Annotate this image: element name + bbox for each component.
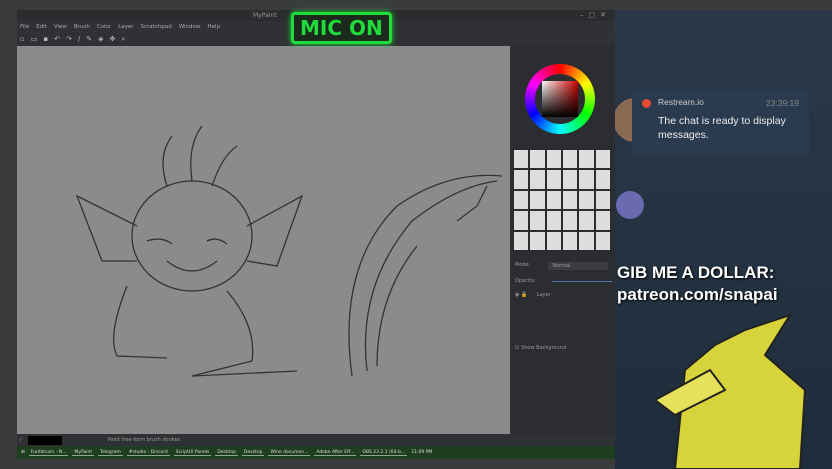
brush-preset[interactable] — [514, 190, 529, 210]
brush-preset[interactable] — [579, 211, 594, 230]
task-desktop-2[interactable]: Desktop — [241, 450, 265, 456]
brush-preset[interactable] — [595, 211, 610, 230]
right-dock: Mode: Normal Opacity: ◉ 🔓 Layer ☑ Show Ba… — [512, 46, 615, 434]
mic-on-indicator: MIC ON — [291, 12, 392, 44]
brush-preset[interactable] — [562, 231, 578, 250]
window-title: MyPaint — [253, 12, 277, 19]
save-icon[interactable]: ▪ — [43, 35, 48, 43]
menu-help[interactable]: Help — [207, 24, 220, 30]
chat-text: The chat is ready to display messages. — [658, 115, 786, 141]
menu-color[interactable]: Color — [97, 24, 111, 30]
brush-preset[interactable] — [546, 211, 561, 230]
donation-line1: GIB ME A DOLLAR: — [617, 263, 775, 282]
patreon-link: patreon.com/snapai — [617, 285, 778, 304]
open-icon[interactable]: ▭ — [31, 35, 38, 43]
task-discord[interactable]: #studio - Discord — [126, 450, 170, 456]
mode-label: Mode: — [515, 262, 531, 268]
brush-preset[interactable] — [562, 150, 578, 169]
brush-preset[interactable] — [579, 190, 594, 210]
task-obs[interactable]: OBS 23.2.1 (64-b... — [360, 450, 408, 456]
opacity-label: Opacity: — [515, 278, 536, 284]
brush-tool-icon: / — [20, 437, 22, 443]
brush-preset[interactable] — [546, 231, 561, 250]
current-color-swatch[interactable] — [27, 435, 62, 445]
brush-preset[interactable] — [546, 150, 561, 169]
task-mypaint[interactable]: MyPaint — [72, 450, 95, 456]
dragon-sketch — [75, 125, 503, 377]
pencil-icon[interactable]: ✎ — [86, 35, 92, 43]
brush-preset[interactable] — [514, 170, 529, 189]
menu-file[interactable]: File — [20, 24, 29, 30]
brush-preset[interactable] — [546, 190, 561, 210]
brush-preset[interactable] — [595, 190, 610, 210]
color-wheel[interactable] — [525, 64, 595, 134]
task-after-effects[interactable]: Adobe After Eff... — [314, 450, 357, 456]
brush-preset[interactable] — [530, 211, 545, 230]
drawing-canvas[interactable] — [17, 46, 510, 434]
brush-palette — [514, 150, 610, 250]
chat-message: Restream.io 23:39:19 The chat is ready t… — [632, 91, 809, 155]
brush-preset[interactable] — [530, 190, 545, 210]
brush-preset[interactable] — [579, 231, 594, 250]
brush-preset[interactable] — [530, 231, 545, 250]
brush-preset[interactable] — [562, 190, 578, 210]
donation-text: GIB ME A DOLLAR: patreon.com/snapai — [617, 262, 778, 306]
brush-preset[interactable] — [595, 170, 610, 189]
taskbar: ⊞ Funfatcoin - N... MyPaint Telegram #st… — [17, 446, 615, 459]
clock[interactable]: 11:09 PM — [411, 450, 432, 455]
opacity-slider[interactable] — [551, 280, 612, 282]
brush-preset[interactable] — [595, 231, 610, 250]
brush-preset[interactable] — [514, 150, 529, 169]
start-icon[interactable]: ⊞ — [21, 450, 25, 455]
zoom-icon[interactable]: ⌕ — [121, 35, 125, 44]
brush-icon[interactable]: / — [78, 35, 80, 43]
move-icon[interactable]: ✥ — [110, 35, 116, 43]
brush-preset[interactable] — [579, 150, 594, 169]
new-icon[interactable]: ▫ — [20, 35, 25, 43]
menu-view[interactable]: View — [54, 24, 67, 30]
brush-preset[interactable] — [562, 170, 578, 189]
task-wine[interactable]: Wine documen... — [268, 450, 311, 456]
brush-preset[interactable] — [514, 211, 529, 230]
menu-window[interactable]: Window — [179, 24, 201, 30]
brush-preset[interactable] — [514, 231, 529, 250]
brush-preset[interactable] — [562, 211, 578, 230]
task-telegram[interactable]: Telegram — [98, 450, 123, 456]
layer-name[interactable]: Layer — [537, 292, 551, 298]
brush-preset[interactable] — [530, 150, 545, 169]
color-square[interactable] — [542, 81, 578, 117]
redo-icon[interactable]: ↷ — [66, 35, 72, 43]
show-background-label: Show Background — [521, 345, 566, 351]
status-bar: / Paint free-form brush strokes — [17, 434, 615, 446]
task-firefox[interactable]: Funfatcoin - N... — [28, 450, 69, 456]
menu-layer[interactable]: Layer — [118, 24, 133, 30]
dragon-mascot-image — [615, 98, 807, 469]
fill-icon[interactable]: ◈ — [98, 35, 103, 43]
brush-preset[interactable] — [546, 170, 561, 189]
menu-brush[interactable]: Brush — [74, 24, 90, 30]
menu-edit[interactable]: Edit — [36, 24, 47, 30]
task-scriptui[interactable]: ScriptUI Panels — [173, 450, 212, 456]
chat-time: 23:39:19 — [765, 98, 799, 108]
restream-logo-icon — [642, 99, 651, 108]
stream-overlay — [615, 10, 832, 469]
task-desktop-1[interactable]: Desktop — [215, 450, 238, 456]
lock-icon[interactable]: 🔓 — [521, 292, 527, 298]
mypaint-window: MyPaint –▢✕ File Edit View Brush Color La… — [17, 10, 615, 446]
layers-panel: Mode: Normal Opacity: ◉ 🔓 Layer ☑ Show Ba… — [512, 258, 615, 354]
eye-icon[interactable]: ◉ — [515, 292, 519, 298]
mode-select[interactable]: Normal — [548, 262, 609, 270]
brush-preset[interactable] — [579, 170, 594, 189]
brush-preset[interactable] — [595, 150, 610, 169]
menu-scratchpad[interactable]: Scratchpad — [141, 24, 172, 30]
undo-icon[interactable]: ↶ — [54, 35, 60, 43]
show-background-checkbox[interactable]: ☑ — [515, 345, 519, 351]
brush-preset[interactable] — [530, 170, 545, 189]
window-controls[interactable]: –▢✕ — [580, 10, 611, 21]
status-text: Paint free-form brush strokes — [107, 437, 181, 443]
